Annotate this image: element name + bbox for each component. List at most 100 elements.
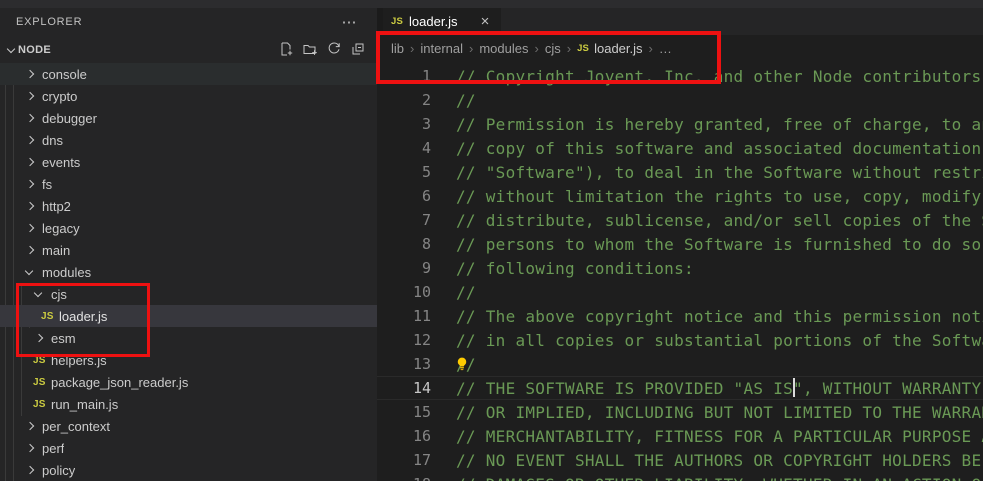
code-line-1-row[interactable]: 1// Copyright Joyent, Inc. and other Nod… [377, 64, 983, 88]
line-number[interactable]: 10 [377, 283, 456, 301]
line-number[interactable]: 4 [377, 139, 456, 157]
chevron-right-icon[interactable] [24, 132, 42, 148]
chevron-right-icon[interactable] [24, 176, 42, 192]
tree-item-main[interactable]: main [0, 239, 377, 261]
line-number[interactable]: 12 [377, 331, 456, 349]
code-editor[interactable]: 1// Copyright Joyent, Inc. and other Nod… [377, 62, 983, 481]
code-line-11-row[interactable]: 11// The above copyright notice and this… [377, 304, 983, 328]
tree-item-package-json-reader-js[interactable]: JSpackage_json_reader.js [0, 371, 377, 393]
breadcrumb-item-internal[interactable]: internal [419, 41, 464, 56]
code-line[interactable]: // [456, 283, 983, 302]
chevron-right-icon[interactable] [24, 154, 42, 170]
line-number[interactable]: 6 [377, 187, 456, 205]
code-line[interactable]: // OR IMPLIED, INCLUDING BUT NOT LIMITED… [456, 403, 983, 422]
code-line[interactable]: // Copyright Joyent, Inc. and other Node… [456, 67, 983, 86]
code-line-5-row[interactable]: 5// "Software"), to deal in the Software… [377, 160, 983, 184]
code-line-18-row[interactable]: 18// DAMAGES OR OTHER LIABILITY, WHETHER… [377, 472, 983, 481]
code-line[interactable]: // The above copyright notice and this p… [456, 307, 983, 326]
tree-item-events[interactable]: events [0, 151, 377, 173]
line-number[interactable]: 8 [377, 235, 456, 253]
chevron-right-icon[interactable] [24, 198, 42, 214]
chevron-right-icon[interactable] [24, 110, 42, 126]
line-number[interactable]: 1 [377, 67, 456, 85]
code-line-8-row[interactable]: 8// persons to whom the Software is furn… [377, 232, 983, 256]
tree-item-per-context[interactable]: per_context [0, 415, 377, 437]
close-icon[interactable]: × [477, 15, 493, 29]
code-line-6-row[interactable]: 6// without limitation the rights to use… [377, 184, 983, 208]
code-line-17-row[interactable]: 17// NO EVENT SHALL THE AUTHORS OR COPYR… [377, 448, 983, 472]
tree-item-esm[interactable]: esm [0, 327, 377, 349]
line-number[interactable]: 11 [377, 307, 456, 325]
code-line-9-row[interactable]: 9// following conditions: [377, 256, 983, 280]
breadcrumb-item-lib[interactable]: lib [390, 41, 405, 56]
chevron-right-icon[interactable] [24, 242, 42, 258]
line-number[interactable]: 13 [377, 355, 456, 373]
code-line-15-row[interactable]: 15// OR IMPLIED, INCLUDING BUT NOT LIMIT… [377, 400, 983, 424]
tree-item-http2[interactable]: http2 [0, 195, 377, 217]
code-line[interactable]: // [456, 355, 983, 374]
new-folder-icon[interactable] [300, 38, 319, 60]
code-line[interactable]: // Permission is hereby granted, free of… [456, 115, 983, 134]
tree-item-console[interactable]: console [0, 63, 377, 85]
chevron-right-icon[interactable] [33, 330, 51, 346]
tree-item-helpers-js[interactable]: JShelpers.js [0, 349, 377, 371]
chevron-right-icon[interactable] [24, 440, 42, 456]
tree-item-policy[interactable]: policy [0, 459, 377, 481]
chevron-down-icon[interactable] [24, 264, 42, 280]
tree-item-perf[interactable]: perf [0, 437, 377, 459]
code-line[interactable]: // distribute, sublicense, and/or sell c… [456, 211, 983, 230]
code-line-4-row[interactable]: 4// copy of this software and associated… [377, 136, 983, 160]
code-line[interactable]: // persons to whom the Software is furni… [456, 235, 983, 254]
code-line-10-row[interactable]: 10// [377, 280, 983, 304]
chevron-down-icon[interactable] [33, 286, 51, 302]
chevron-right-icon[interactable] [24, 418, 42, 434]
tab-loader-js[interactable]: JS loader.js × [383, 8, 501, 35]
breadcrumb-item--[interactable]: … [658, 41, 673, 56]
code-line-2-row[interactable]: 2// [377, 88, 983, 112]
line-number[interactable]: 17 [377, 451, 456, 469]
lightbulb-icon[interactable] [454, 356, 470, 372]
code-line[interactable]: // without limitation the rights to use,… [456, 187, 983, 206]
tree-item-legacy[interactable]: legacy [0, 217, 377, 239]
code-line-14-row[interactable]: 14// THE SOFTWARE IS PROVIDED "AS IS", W… [377, 376, 983, 400]
refresh-icon[interactable] [324, 38, 343, 60]
code-line[interactable]: // in all copies or substantial portions… [456, 331, 983, 350]
tree-item-crypto[interactable]: crypto [0, 85, 377, 107]
code-line[interactable]: // "Software"), to deal in the Software … [456, 163, 983, 182]
code-line[interactable]: // [456, 91, 983, 110]
breadcrumb-item-modules[interactable]: modules [478, 41, 529, 56]
line-number[interactable]: 5 [377, 163, 456, 181]
line-number[interactable]: 18 [377, 475, 456, 481]
tree-item-debugger[interactable]: debugger [0, 107, 377, 129]
line-number[interactable]: 9 [377, 259, 456, 277]
line-number[interactable]: 2 [377, 91, 456, 109]
line-number[interactable]: 15 [377, 403, 456, 421]
tree-item-loader-js[interactable]: JSloader.js [0, 305, 377, 327]
chevron-right-icon[interactable] [24, 462, 42, 478]
line-number[interactable]: 3 [377, 115, 456, 133]
tree-item-dns[interactable]: dns [0, 129, 377, 151]
line-number[interactable]: 16 [377, 427, 456, 445]
line-number[interactable]: 14 [377, 379, 456, 397]
more-actions-icon[interactable]: ⋯ [338, 11, 360, 33]
breadcrumb-item-cjs[interactable]: cjs [544, 41, 562, 56]
code-line-12-row[interactable]: 12// in all copies or substantial portio… [377, 328, 983, 352]
tree-item-run-main-js[interactable]: JSrun_main.js [0, 393, 377, 415]
line-number[interactable]: 7 [377, 211, 456, 229]
code-line-7-row[interactable]: 7// distribute, sublicense, and/or sell … [377, 208, 983, 232]
chevron-right-icon[interactable] [24, 220, 42, 236]
code-line[interactable]: // following conditions: [456, 259, 983, 278]
code-line[interactable]: // copy of this software and associated … [456, 139, 983, 158]
breadcrumb-item-loader-js[interactable]: JSloader.js [576, 41, 643, 56]
code-line-3-row[interactable]: 3// Permission is hereby granted, free o… [377, 112, 983, 136]
code-line[interactable]: // THE SOFTWARE IS PROVIDED "AS IS", WIT… [456, 379, 983, 398]
code-line[interactable]: // NO EVENT SHALL THE AUTHORS OR COPYRIG… [456, 451, 983, 470]
new-file-icon[interactable] [276, 38, 295, 60]
code-line[interactable]: // DAMAGES OR OTHER LIABILITY, WHETHER I… [456, 475, 983, 481]
node-section-header[interactable]: NODE [0, 36, 377, 63]
tree-item-cjs[interactable]: cjs [0, 283, 377, 305]
tree-item-modules[interactable]: modules [0, 261, 377, 283]
collapse-all-icon[interactable] [348, 38, 367, 60]
chevron-right-icon[interactable] [24, 88, 42, 104]
code-line[interactable]: // MERCHANTABILITY, FITNESS FOR A PARTIC… [456, 427, 983, 446]
